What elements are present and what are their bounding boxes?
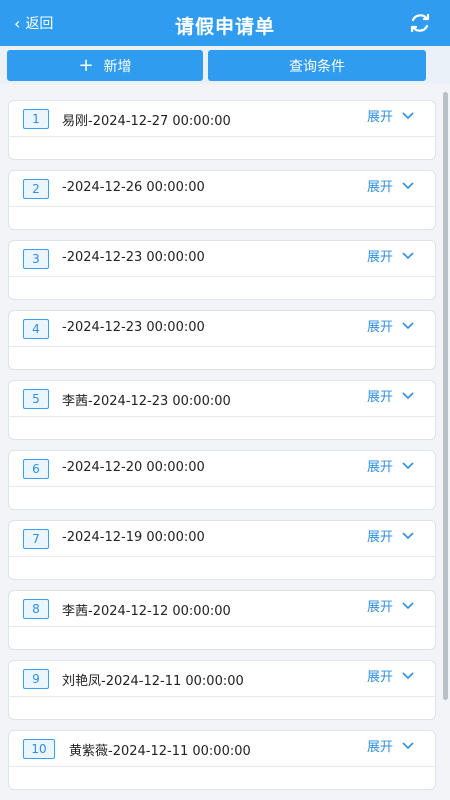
- index-badge: 4: [23, 319, 49, 339]
- chevron-down-icon: [402, 251, 414, 259]
- query-conditions-button[interactable]: 查询条件: [208, 50, 426, 81]
- divider: [9, 416, 435, 417]
- expand-toggle[interactable]: 展开: [367, 106, 415, 125]
- expand-toggle[interactable]: 展开: [367, 596, 415, 615]
- index-badge: 5: [23, 389, 49, 409]
- add-button[interactable]: + 新增: [7, 50, 203, 81]
- scrollbar[interactable]: [443, 92, 448, 700]
- expand-label: 展开: [366, 670, 393, 685]
- expand-toggle[interactable]: 展开: [367, 666, 415, 685]
- expand-toggle[interactable]: 展开: [367, 176, 415, 195]
- chevron-down-icon: [402, 601, 414, 609]
- divider: [9, 626, 435, 627]
- list-item[interactable]: 9 刘艳凤-2024-12-11 00:00:00 展开: [8, 660, 436, 720]
- toolbar: + 新增 查询条件: [0, 46, 450, 84]
- expand-toggle[interactable]: 展开: [367, 386, 415, 405]
- record-title: 李茜-2024-12-12 00:00:00: [62, 604, 231, 619]
- list-item[interactable]: 2 -2024-12-26 00:00:00 展开: [8, 170, 436, 230]
- query-button-label: 查询条件: [289, 58, 345, 75]
- divider: [9, 486, 435, 487]
- record-title: 黄紫薇-2024-12-11 00:00:00: [69, 744, 251, 759]
- expand-toggle[interactable]: 展开: [367, 456, 415, 475]
- expand-label: 展开: [366, 110, 393, 125]
- expand-label: 展开: [366, 250, 393, 265]
- expand-toggle[interactable]: 展开: [367, 526, 415, 545]
- record-title: -2024-12-20 00:00:00: [62, 460, 205, 475]
- list-item[interactable]: 5 李茜-2024-12-23 00:00:00 展开: [8, 380, 436, 440]
- divider: [9, 136, 435, 137]
- index-badge: 3: [23, 249, 49, 269]
- list-item[interactable]: 10 黄紫薇-2024-12-11 00:00:00 展开: [8, 730, 436, 790]
- chevron-down-icon: [402, 321, 414, 329]
- expand-label: 展开: [366, 530, 393, 545]
- expand-toggle[interactable]: 展开: [367, 736, 415, 755]
- app-header: ‹ 返回 请假申请单: [0, 0, 450, 46]
- index-badge: 7: [23, 529, 49, 549]
- chevron-down-icon: [402, 671, 414, 679]
- chevron-down-icon: [402, 181, 414, 189]
- list-item[interactable]: 4 -2024-12-23 00:00:00 展开: [8, 310, 436, 370]
- chevron-down-icon: [402, 531, 414, 539]
- divider: [9, 696, 435, 697]
- record-title: -2024-12-23 00:00:00: [62, 320, 205, 335]
- expand-toggle[interactable]: 展开: [367, 246, 415, 265]
- expand-label: 展开: [366, 740, 393, 755]
- chevron-down-icon: [402, 391, 414, 399]
- refresh-icon[interactable]: [408, 11, 432, 35]
- list-item[interactable]: 6 -2024-12-20 00:00:00 展开: [8, 450, 436, 510]
- expand-label: 展开: [366, 180, 393, 195]
- record-title: 刘艳凤-2024-12-11 00:00:00: [62, 674, 244, 689]
- index-badge: 9: [23, 669, 49, 689]
- list-item[interactable]: 8 李茜-2024-12-12 00:00:00 展开: [8, 590, 436, 650]
- leave-request-list[interactable]: 1 易刚-2024-12-27 00:00:00 展开 2 -2024-12-2…: [0, 92, 450, 800]
- divider: [9, 346, 435, 347]
- plus-icon: +: [78, 54, 94, 76]
- expand-toggle[interactable]: 展开: [367, 316, 415, 335]
- add-button-label: 新增: [103, 58, 132, 75]
- record-title: -2024-12-23 00:00:00: [62, 250, 205, 265]
- chevron-down-icon: [402, 111, 414, 119]
- record-title: 李茜-2024-12-23 00:00:00: [62, 394, 231, 409]
- record-title: 易刚-2024-12-27 00:00:00: [62, 114, 231, 129]
- list-item[interactable]: 7 -2024-12-19 00:00:00 展开: [8, 520, 436, 580]
- expand-label: 展开: [366, 390, 393, 405]
- expand-label: 展开: [366, 460, 393, 475]
- index-badge: 2: [23, 179, 49, 199]
- list-item[interactable]: 1 易刚-2024-12-27 00:00:00 展开: [8, 100, 436, 160]
- divider: [9, 766, 435, 767]
- index-badge: 1: [23, 109, 49, 129]
- record-title: -2024-12-26 00:00:00: [62, 180, 205, 195]
- chevron-down-icon: [402, 461, 414, 469]
- divider: [9, 556, 435, 557]
- record-title: -2024-12-19 00:00:00: [62, 530, 205, 545]
- index-badge: 10: [23, 739, 55, 759]
- divider: [9, 276, 435, 277]
- expand-label: 展开: [366, 320, 393, 335]
- chevron-down-icon: [402, 741, 414, 749]
- divider: [9, 206, 435, 207]
- index-badge: 6: [23, 459, 49, 479]
- expand-label: 展开: [366, 600, 393, 615]
- page-title: 请假申请单: [174, 16, 275, 38]
- list-item[interactable]: 3 -2024-12-23 00:00:00 展开: [8, 240, 436, 300]
- index-badge: 8: [23, 599, 49, 619]
